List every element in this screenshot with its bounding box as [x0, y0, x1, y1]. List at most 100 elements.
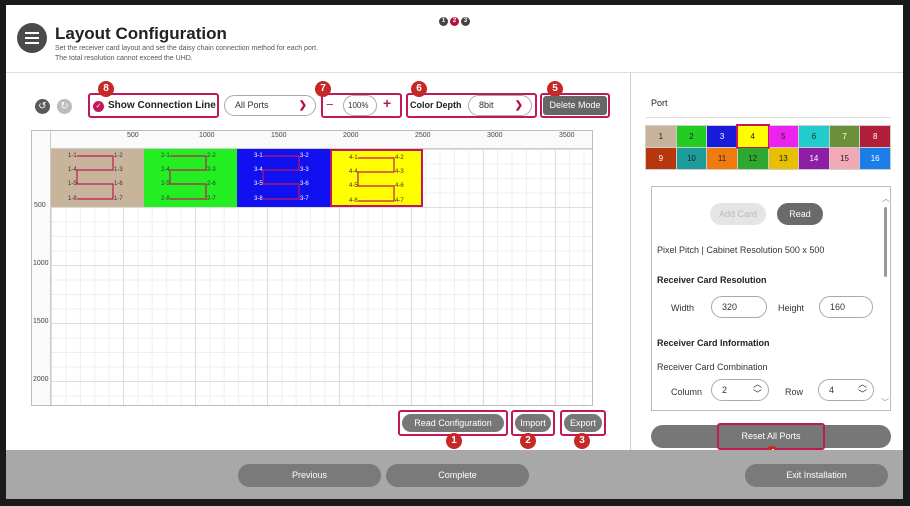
delete-mode-button[interactable]: Delete Mode: [543, 96, 607, 115]
ports-select[interactable]: All Ports ❯: [224, 95, 316, 116]
width-label: Width: [671, 303, 695, 313]
width-input[interactable]: 320: [711, 296, 767, 318]
port-title: Port: [651, 98, 668, 108]
reset-all-ports-label: Reset All Ports: [741, 431, 801, 441]
callout-6: 6: [411, 81, 427, 97]
color-depth-select[interactable]: 8bit ❯: [468, 95, 532, 116]
scroll-down-icon[interactable]: ﹀: [881, 397, 889, 408]
ruler-x-tick: 500: [127, 132, 139, 139]
checkbox-checked-icon[interactable]: ✓: [93, 101, 104, 112]
stepper-arrows-icon[interactable]: ︿ ﹀: [858, 379, 867, 399]
chevron-down-icon: ❯: [298, 100, 307, 111]
ruler-x-tick: 2500: [415, 132, 431, 139]
undo-icon[interactable]: ↺: [35, 99, 50, 114]
cabinet-block-1[interactable]: 1-1 1-2 1-4 1-3 1-5 1-6 1-8 1-7: [51, 149, 144, 207]
cabinet-block-3[interactable]: 3-1 3-2 3-4 3-3 3-5 3-6 3-8 3-7: [237, 149, 330, 207]
app-window: Layout Configuration Set the receiver ca…: [6, 5, 903, 499]
port-16-swatch[interactable]: 16: [860, 148, 890, 169]
connection-line: [262, 155, 300, 200]
chevron-down-icon: ❯: [514, 100, 523, 111]
footer: Previous Complete Exit Installation: [6, 450, 903, 499]
zoom-input[interactable]: 100%: [343, 95, 377, 116]
port-4-swatch[interactable]: 4: [735, 124, 770, 149]
header: Layout Configuration Set the receiver ca…: [6, 5, 903, 73]
rc-combination-label: Receiver Card Combination: [657, 362, 768, 372]
menu-icon[interactable]: [17, 23, 47, 53]
rc-resolution-heading: Receiver Card Resolution: [657, 275, 767, 285]
add-card-button[interactable]: Add Card: [710, 203, 766, 225]
port-3-swatch[interactable]: 3: [707, 126, 737, 147]
port-panel: Port 1 2 3 4 5 6 7 8 9 10 11 12 13 14 15 16 Add Card Re…: [632, 73, 903, 462]
rc-info-heading: Receiver Card Information: [657, 338, 770, 348]
ports-select-value: All Ports: [235, 100, 269, 110]
port-7-swatch[interactable]: 7: [829, 126, 860, 147]
port-15-swatch[interactable]: 15: [829, 148, 860, 169]
redo-icon[interactable]: ↻: [57, 99, 72, 114]
callout-1: 1: [446, 433, 462, 449]
ruler-y-tick: 500: [34, 202, 46, 209]
divider: [646, 117, 891, 118]
scrollbar-thumb[interactable]: [884, 207, 887, 277]
callout-5: 5: [547, 81, 563, 97]
page-subtitle-2: The total resolution cannot exceed the U…: [55, 55, 193, 62]
read-configuration-button[interactable]: Read Configuration: [402, 414, 504, 432]
export-button[interactable]: Export: [564, 414, 602, 432]
callout-3: 3: [574, 433, 590, 449]
import-button[interactable]: Import: [515, 414, 551, 432]
ruler-x-tick: 3000: [487, 132, 503, 139]
previous-button[interactable]: Previous: [238, 464, 381, 487]
pixel-pitch-text: Pixel Pitch | Cabinet Resolution 500 x 5…: [657, 245, 825, 255]
height-input[interactable]: 160: [819, 296, 873, 318]
step-2: 2: [450, 17, 459, 26]
connection-line: [357, 157, 395, 202]
step-indicator: 1 2 3: [439, 17, 470, 26]
ruler-x-tick: 1500: [271, 132, 287, 139]
port-8-swatch[interactable]: 8: [860, 126, 890, 147]
connection-line: [76, 155, 114, 200]
port-12-swatch[interactable]: 12: [737, 148, 768, 169]
port-5-swatch[interactable]: 5: [768, 126, 799, 147]
page-subtitle-1: Set the receiver card layout and set the…: [55, 45, 319, 52]
color-depth-value: 8bit: [479, 100, 494, 110]
callout-2: 2: [520, 433, 536, 449]
port-10-swatch[interactable]: 10: [676, 148, 707, 169]
ruler-y-tick: 1500: [33, 318, 49, 325]
complete-button[interactable]: Complete: [386, 464, 529, 487]
page-title: Layout Configuration: [55, 24, 227, 43]
read-button[interactable]: Read: [777, 203, 823, 225]
port-2-swatch[interactable]: 2: [676, 126, 707, 147]
cabinet-block-4[interactable]: 4-1 4-2 4-4 4-3 4-5 4-6 4-8 4-7: [330, 149, 423, 207]
port-14-swatch[interactable]: 14: [799, 148, 829, 169]
callout-7: 7: [315, 81, 331, 97]
ruler-x-tick: 3500: [559, 132, 575, 139]
port-11-swatch[interactable]: 11: [707, 148, 737, 169]
row-label: Row: [785, 387, 804, 397]
scroll-up-icon[interactable]: ︿: [882, 193, 890, 204]
height-label: Height: [778, 303, 805, 313]
port-13-swatch[interactable]: 13: [768, 148, 799, 169]
step-1: 1: [439, 17, 448, 26]
cabinet-block-2[interactable]: 2-1 2-2 2-4 2-3 2-5 2-6 2-8 2-7: [144, 149, 237, 207]
port-9-swatch[interactable]: 9: [646, 148, 676, 169]
scrollbar[interactable]: ︿: [882, 193, 890, 395]
column-stepper[interactable]: 2 ︿ ﹀: [711, 379, 769, 401]
show-connection-line-label[interactable]: Show Connection Line: [108, 100, 216, 111]
horizontal-ruler: [32, 131, 592, 149]
ruler-y-tick: 2000: [33, 376, 49, 383]
port-6-swatch[interactable]: 6: [799, 126, 829, 147]
layout-panel: ↺ ↻ 8 ✓ Show Connection Line All Ports ❯ …: [6, 73, 631, 450]
column-label: Column: [671, 387, 703, 397]
row-stepper[interactable]: 4 ︿ ﹀: [818, 379, 874, 401]
stepper-arrows-icon[interactable]: ︿ ﹀: [753, 379, 762, 399]
ruler-x-tick: 1000: [199, 132, 215, 139]
zoom-in-button[interactable]: +: [383, 95, 391, 111]
column-value: 2: [722, 385, 728, 395]
ruler-y-tick: 1000: [33, 260, 49, 267]
callout-8: 8: [98, 81, 114, 97]
ruler-x-tick: 2000: [343, 132, 359, 139]
row-value: 4: [829, 385, 835, 395]
exit-installation-button[interactable]: Exit Installation: [745, 464, 888, 487]
zoom-out-button[interactable]: −: [326, 97, 334, 112]
port-1-swatch[interactable]: 1: [646, 126, 676, 147]
layout-canvas[interactable]: 500 1000 1500 2000 2500 3000 3500 500 10…: [31, 130, 593, 406]
